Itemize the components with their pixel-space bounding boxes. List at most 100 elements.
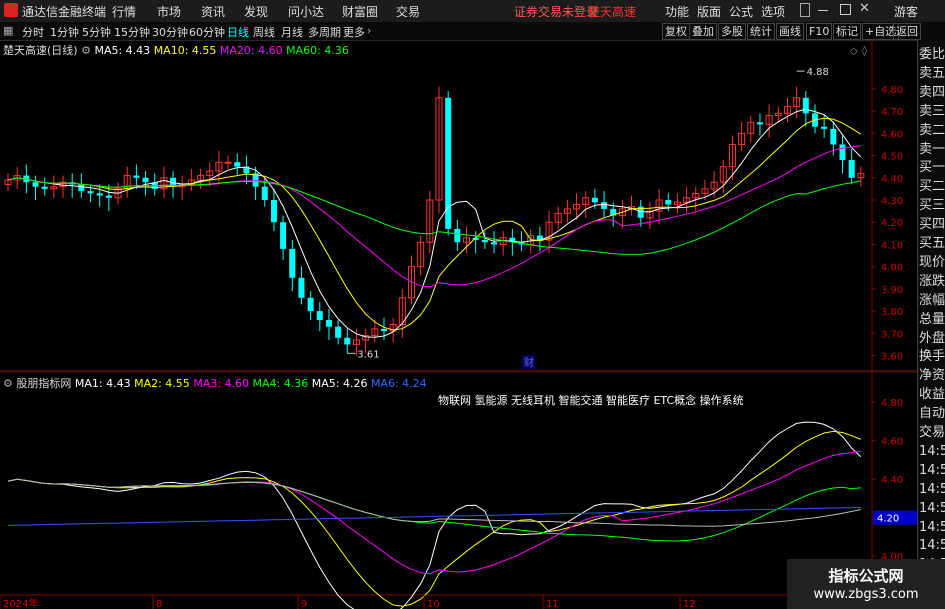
candle-down bbox=[802, 97, 809, 114]
sidebar-item[interactable]: 换手 bbox=[919, 348, 945, 366]
sidebar-item[interactable]: 总量 bbox=[919, 311, 945, 329]
tab-fenshi[interactable]: 分时 bbox=[22, 24, 44, 40]
candle-down bbox=[142, 177, 149, 183]
ma60-label: MA60: 4.36 bbox=[286, 44, 349, 57]
menu-jiaoyi[interactable]: 交易 bbox=[396, 3, 420, 20]
y-tick-label: 3.80 bbox=[881, 307, 903, 318]
candle-down bbox=[445, 97, 452, 229]
login-status[interactable]: 证券交易未登录 bbox=[514, 3, 598, 20]
btn-duogu[interactable]: 多股 bbox=[718, 23, 746, 40]
phone-icon[interactable] bbox=[800, 3, 810, 17]
top-menu-bar: 通达信金融终端 行情 市场 资讯 发现 问小达 财富圈 交易 证券交易未登录 楚… bbox=[0, 0, 945, 23]
x-tick-label: 11 bbox=[546, 599, 559, 609]
btn-tongji[interactable]: 统计 bbox=[747, 23, 775, 40]
menu-gongshi[interactable]: 公式 bbox=[729, 3, 753, 20]
sidebar-item[interactable]: 卖二 bbox=[919, 122, 945, 140]
y-tick-label: 4.70 bbox=[881, 107, 903, 118]
sidebar-item[interactable]: 14:56 bbox=[919, 500, 945, 518]
ma20-label: MA20: 4.60 bbox=[219, 44, 283, 57]
tab-more[interactable]: 更多 bbox=[343, 24, 365, 40]
gear-icon[interactable]: ⚙ bbox=[3, 377, 13, 390]
chevron-right-icon[interactable]: › bbox=[367, 24, 371, 37]
menu-zixun[interactable]: 资讯 bbox=[201, 3, 225, 20]
sidebar-item[interactable]: 净资 bbox=[919, 367, 945, 385]
tab-5min[interactable]: 5分钟 bbox=[82, 24, 111, 40]
tab-daily[interactable]: 日线 bbox=[227, 24, 249, 40]
sidebar-item[interactable]: 卖四 bbox=[919, 84, 945, 102]
sidebar-item[interactable]: 现价 bbox=[919, 254, 945, 272]
candle-down bbox=[105, 195, 112, 198]
sidebar-item[interactable]: 买四 bbox=[919, 216, 945, 234]
sidebar-item[interactable]: 买一 bbox=[919, 159, 945, 177]
sidebar-item[interactable]: 14:56 bbox=[919, 481, 945, 499]
tab-15min[interactable]: 15分钟 bbox=[114, 24, 150, 40]
sidebar-item[interactable]: 自动 bbox=[919, 405, 945, 423]
diamond-icon: ◇ bbox=[850, 46, 858, 57]
sidebar-item[interactable]: 涨幅 bbox=[919, 292, 945, 310]
ind-ma6-label: MA6: 4.24 bbox=[370, 377, 427, 390]
tab-monthly[interactable]: 月线 bbox=[281, 24, 303, 40]
main-chart-legend: 楚天高速(日线) ⚙ MA5: 4.43 MA10: 4.55 MA20: 4.… bbox=[3, 42, 349, 58]
tab-weekly[interactable]: 周线 bbox=[253, 24, 275, 40]
sidebar-item[interactable]: 14:56 bbox=[919, 519, 945, 537]
ind-ma2-line bbox=[7, 430, 861, 607]
menu-faxian[interactable]: 发现 bbox=[244, 3, 268, 20]
tab-1min[interactable]: 1分钟 bbox=[50, 24, 79, 40]
current-stock-name: 楚天高速 bbox=[588, 5, 637, 19]
watermark-title: 指标公式网 bbox=[828, 567, 904, 585]
y-tick-label: 4.10 bbox=[881, 240, 903, 251]
menu-shichang[interactable]: 市场 bbox=[157, 3, 181, 20]
ind-y-tick-label: 4.60 bbox=[881, 437, 903, 448]
app-logo-icon bbox=[4, 3, 18, 17]
candle-down bbox=[665, 200, 672, 205]
candle-down bbox=[298, 277, 305, 298]
close-icon[interactable]: ✕ bbox=[859, 1, 870, 16]
menu-caifuquan[interactable]: 财富圈 bbox=[342, 3, 378, 20]
candle-down bbox=[78, 184, 85, 192]
sidebar-item[interactable]: 14:56 bbox=[919, 462, 945, 480]
stock-title: 楚天高速(日线) bbox=[3, 44, 78, 57]
btn-fuquan[interactable]: 复权 bbox=[662, 23, 690, 40]
btn-diejia[interactable]: 叠加 bbox=[689, 23, 717, 40]
sidebar-item[interactable]: 买二 bbox=[919, 178, 945, 196]
minimize-icon[interactable] bbox=[818, 10, 828, 11]
sidebar-item[interactable]: 14:56 bbox=[919, 537, 945, 555]
sidebar-item[interactable]: 外盘 bbox=[919, 330, 945, 348]
menu-hangqing[interactable]: 行情 bbox=[112, 3, 136, 20]
btn-biaoji[interactable]: 标记 bbox=[833, 23, 861, 40]
candle-down bbox=[270, 200, 277, 223]
sidebar-item[interactable]: 交易 bbox=[919, 424, 945, 442]
candle-down bbox=[839, 144, 846, 160]
btn-huaxian[interactable]: 画线 bbox=[776, 23, 804, 40]
sidebar-item[interactable]: 买三 bbox=[919, 197, 945, 215]
tab-multi-period[interactable]: 多周期 bbox=[308, 24, 341, 40]
candle-down bbox=[344, 337, 351, 345]
sidebar-item[interactable]: 涨跌 bbox=[919, 273, 945, 291]
chart-area[interactable]: 4.80 4.70 4.60 4.50 4.40 4.30 4.20 4.10 4.00 3.90… bbox=[0, 40, 919, 609]
menu-wenxiaoda[interactable]: 问小达 bbox=[288, 3, 324, 20]
tab-60min[interactable]: 60分钟 bbox=[189, 24, 225, 40]
btn-back[interactable]: 返回 bbox=[893, 23, 921, 40]
settings-icon[interactable]: ⚙ bbox=[81, 44, 91, 57]
ind-ma4-label: MA4: 4.36 bbox=[252, 377, 309, 390]
sidebar-item[interactable]: 卖一 bbox=[919, 141, 945, 159]
sidebar-item[interactable]: 买五 bbox=[919, 235, 945, 253]
menu-banmian[interactable]: 版面 bbox=[697, 3, 721, 20]
sidebar-item[interactable]: 卖五 bbox=[919, 65, 945, 83]
menu-gongneng[interactable]: 功能 bbox=[665, 3, 689, 20]
candle-down bbox=[96, 193, 103, 196]
btn-f10[interactable]: F10 bbox=[806, 23, 833, 40]
user-guest[interactable]: 游客 bbox=[894, 3, 918, 20]
menu-xuanxiang[interactable]: 选项 bbox=[761, 3, 785, 20]
ind-ma3-label: MA3: 4.60 bbox=[193, 377, 250, 390]
candle-down bbox=[848, 160, 855, 178]
sidebar-item[interactable]: 委比 bbox=[919, 46, 945, 64]
maximize-icon[interactable] bbox=[840, 4, 851, 15]
sidebar-item[interactable]: 收益 bbox=[919, 386, 945, 404]
tab-30min[interactable]: 30分钟 bbox=[152, 24, 188, 40]
sidebar-item[interactable]: 卖三 bbox=[919, 103, 945, 121]
y-tick-label: 4.60 bbox=[881, 129, 903, 140]
candle-up bbox=[224, 161, 232, 164]
sidebar-item[interactable]: 14:56 bbox=[919, 443, 945, 461]
grid-icon[interactable]: ▦ bbox=[3, 24, 13, 37]
